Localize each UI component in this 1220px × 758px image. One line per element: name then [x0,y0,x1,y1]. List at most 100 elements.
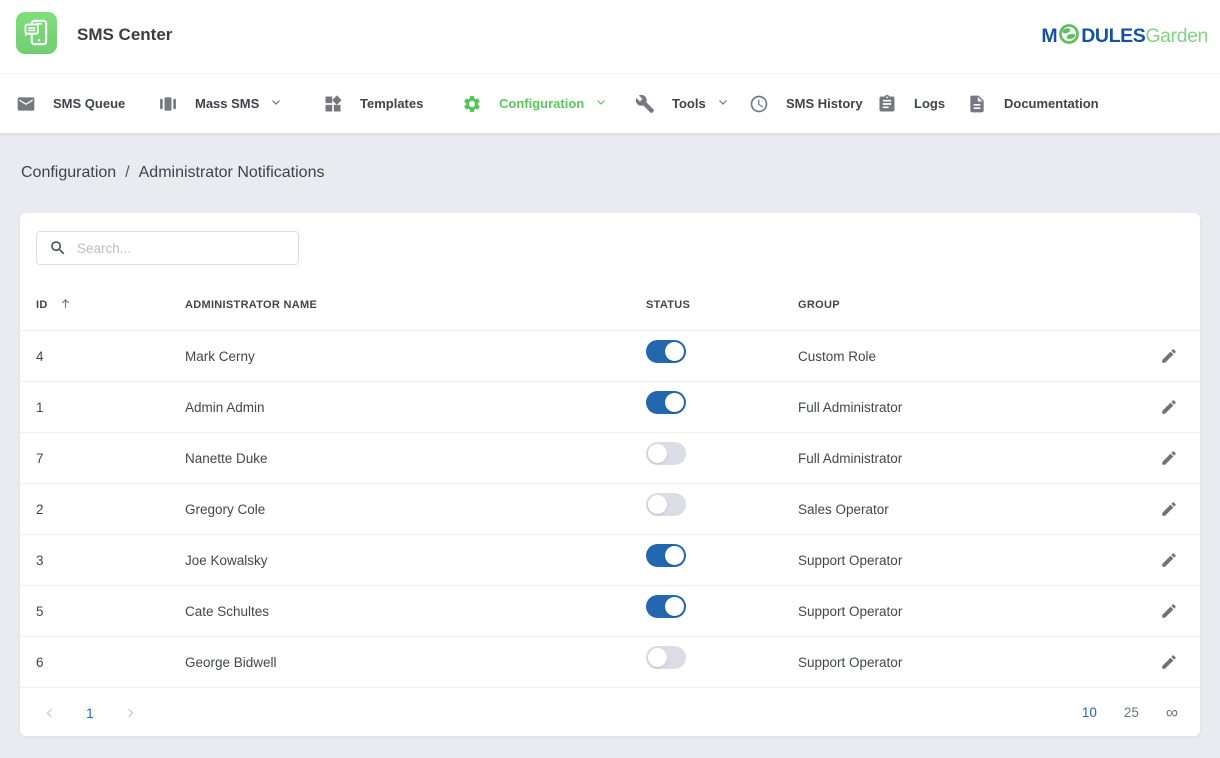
table-header-row: ID ADMINISTRATOR NAME STATUS GROUP [20,279,1200,331]
nav-item-tools[interactable]: Tools [635,74,729,133]
toggle-knob [665,597,684,616]
toggle-knob [648,444,667,463]
cell-group: Full Administrator [798,451,1160,466]
page-size-25[interactable]: 25 [1124,705,1139,720]
page-nav: 1 [36,705,136,721]
status-toggle[interactable] [646,391,686,414]
breadcrumb-parent[interactable]: Configuration [21,164,116,181]
nav-item-label: SMS Queue [53,96,125,111]
nav-item-label: Tools [672,96,706,111]
nav-item-templates[interactable]: Templates [323,74,423,133]
nav-item-configuration[interactable]: Configuration [462,74,607,133]
chevron-down-icon [270,95,282,113]
edit-button[interactable] [1160,449,1178,467]
breadcrumb-current: Administrator Notifications [139,164,325,181]
nav-item-logs[interactable]: Logs [877,74,945,133]
status-toggle[interactable] [646,340,686,363]
wrench-icon [635,94,655,114]
next-page-button[interactable] [124,707,136,719]
status-toggle[interactable] [646,544,686,567]
table-row: 1Admin AdminFull Administrator [20,382,1200,433]
cell-id: 7 [36,451,185,466]
nav-item-mass-sms[interactable]: Mass SMS [158,74,282,133]
status-toggle[interactable] [646,595,686,618]
chevron-down-icon [595,95,607,113]
main-nav: SMS Queue Mass SMS Templates Configuration T… [0,74,1220,133]
nav-item-label: Configuration [499,96,584,111]
cell-group: Support Operator [798,604,1160,619]
cell-administrator-name: Cate Schultes [185,604,646,619]
search-input[interactable] [77,241,277,256]
chevron-down-icon [717,95,729,113]
nav-item-sms-queue[interactable]: SMS Queue [16,74,125,133]
edit-button[interactable] [1160,398,1178,416]
edit-button[interactable] [1160,602,1178,620]
clipboard-icon [877,94,897,114]
page-size-10[interactable]: 10 [1082,705,1097,720]
edit-button[interactable] [1160,653,1178,671]
nav-item-label: Logs [914,96,945,111]
breadcrumb-separator: / [125,164,129,181]
cell-administrator-name: Joe Kowalsky [185,553,646,568]
toggle-knob [665,546,684,565]
cell-administrator-name: Nanette Duke [185,451,646,466]
clock-icon [749,94,769,114]
status-toggle[interactable] [646,493,686,516]
column-header-name[interactable]: ADMINISTRATOR NAME [185,299,646,311]
nav-item-label: SMS History [786,96,863,111]
cell-id: 3 [36,553,185,568]
document-icon [967,94,987,114]
mail-icon [16,94,36,114]
edit-button[interactable] [1160,551,1178,569]
table-row: 2Gregory Cole Sales Operator [20,484,1200,535]
cell-id: 6 [36,655,185,670]
status-toggle[interactable] [646,646,686,669]
column-header-id[interactable]: ID [36,297,185,313]
columns-icon [158,94,178,114]
toggle-knob [665,342,684,361]
nav-item-label: Documentation [1004,96,1099,111]
nav-item-documentation[interactable]: Documentation [967,74,1099,133]
toggle-knob [648,648,667,667]
cell-group: Sales Operator [798,502,1160,517]
globe-icon [1058,23,1080,50]
edit-button[interactable] [1160,500,1178,518]
cell-group: Support Operator [798,655,1160,670]
cell-group: Full Administrator [798,400,1160,415]
sort-asc-arrow-icon [59,297,72,313]
cell-id: 1 [36,400,185,415]
logo-part-dules: DULES [1081,25,1145,48]
admin-notifications-card: ID ADMINISTRATOR NAME STATUS GROUP 4Mark… [20,213,1200,736]
column-header-group[interactable]: GROUP [798,299,1160,311]
search-icon [49,239,67,257]
table-row: 5Cate SchultesSupport Operator [20,586,1200,637]
search-box [36,231,299,265]
logo-part-garden: Garden [1145,25,1208,48]
pagination: 1 10 25 ∞ [20,689,1200,736]
sms-phone-icon [16,12,57,54]
cell-administrator-name: Gregory Cole [185,502,646,517]
cell-group: Support Operator [798,553,1160,568]
cell-id: 2 [36,502,185,517]
column-header-status[interactable]: STATUS [646,299,798,311]
admins-table: ID ADMINISTRATOR NAME STATUS GROUP 4Mark… [20,279,1200,688]
page-title: SMS Center [77,25,172,45]
table-row: 4Mark CernyCustom Role [20,331,1200,382]
gear-icon [462,94,482,114]
widgets-icon [323,94,343,114]
status-toggle[interactable] [646,442,686,465]
cell-id: 4 [36,349,185,364]
cell-group: Custom Role [798,349,1160,364]
nav-item-sms-history[interactable]: SMS History [749,74,863,133]
logo-part-m: M [1041,25,1057,48]
nav-item-label: Mass SMS [195,96,259,111]
prev-page-button[interactable] [44,707,56,719]
table-row: 3Joe Kowalsky Support Operator [20,535,1200,586]
page-number[interactable]: 1 [86,705,94,721]
page-size-unlimited[interactable]: ∞ [1166,706,1178,719]
toggle-knob [665,393,684,412]
toggle-knob [648,495,667,514]
nav-item-label: Templates [360,96,423,111]
table-row: 6George BidwellSupport Operator [20,637,1200,688]
edit-button[interactable] [1160,347,1178,365]
